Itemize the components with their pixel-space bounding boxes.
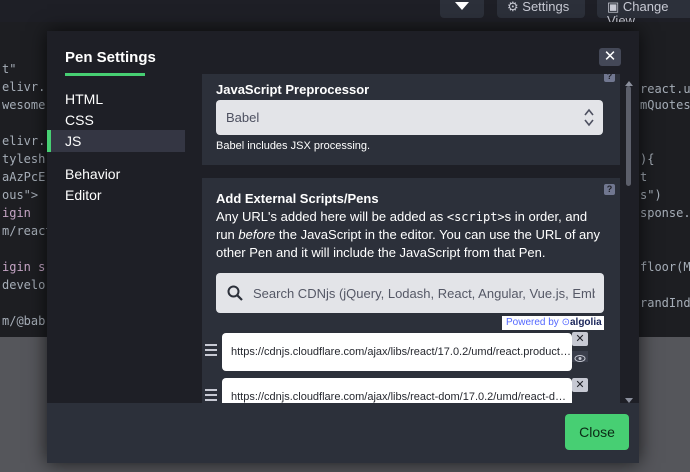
select-arrows-icon: [584, 108, 594, 127]
code-line: wesome: [2, 98, 46, 112]
heart-button[interactable]: [440, 0, 484, 18]
nav-item-behavior[interactable]: Behavior: [47, 163, 185, 185]
close-icon: ✕: [603, 48, 617, 65]
layout-icon: ▣: [607, 0, 620, 14]
settings-button[interactable]: ⚙ Settings: [497, 0, 585, 18]
nav-item-editor[interactable]: Editor: [47, 184, 185, 206]
scroll-thumb[interactable]: [626, 86, 631, 186]
code-line: t": [2, 62, 17, 76]
code-line: m/react: [2, 224, 53, 238]
preprocessor-hint: Babel includes JSX processing.: [216, 140, 371, 152]
eye-icon[interactable]: [572, 351, 588, 362]
preprocessor-section: ? JavaScript Preprocessor Babel Babel in…: [202, 74, 620, 165]
external-scripts-title: Add External Scripts/Pens: [216, 191, 379, 206]
algolia-badge[interactable]: Powered by ⊙algolia: [502, 316, 604, 330]
code-line: tylesh: [2, 152, 46, 166]
drag-handle-icon[interactable]: [205, 344, 217, 356]
algolia-icon: ⊙: [561, 317, 570, 328]
code-line: develo: [2, 278, 46, 292]
code-line: sponse.: [640, 206, 690, 220]
panel-scrollbar[interactable]: [625, 81, 633, 411]
cdnjs-search-box: [216, 273, 604, 313]
code-line: igin s: [2, 260, 46, 274]
nav-item-js[interactable]: JS: [47, 130, 185, 152]
editor-topbar: ⚙ Settings ▣ Change View: [0, 0, 690, 28]
modal-close-button[interactable]: ✕: [599, 48, 621, 66]
nav-item-html[interactable]: HTML: [47, 88, 185, 110]
close-button[interactable]: Close: [565, 414, 629, 450]
code-line: s"): [640, 188, 662, 202]
external-scripts-section: ? Add External Scripts/Pens Any URL's ad…: [202, 178, 620, 404]
code-line: randInd: [640, 296, 690, 310]
code-line: mQuotes: [640, 98, 690, 112]
preprocessor-selected: Babel: [226, 110, 260, 125]
preprocessor-select[interactable]: Babel: [216, 100, 603, 135]
code-line: elivr.: [2, 80, 46, 94]
heart-icon: [455, 2, 469, 10]
code-line: floor(M: [640, 260, 690, 274]
gear-icon: ⚙: [507, 0, 519, 14]
remove-script-button[interactable]: ✕: [572, 378, 588, 392]
cdnjs-search-input[interactable]: [253, 273, 595, 313]
pen-settings-modal: Pen Settings ✕ HTML CSS JS Behavior Edit…: [47, 31, 639, 463]
remove-script-button[interactable]: ✕: [572, 332, 588, 346]
nav-item-css[interactable]: CSS: [47, 109, 185, 131]
drag-handle-icon[interactable]: [205, 389, 217, 401]
preprocessor-title: JavaScript Preprocessor: [216, 82, 370, 97]
search-icon: [227, 285, 243, 301]
change-view-button[interactable]: ▣ Change View: [597, 0, 690, 28]
title-underline: [65, 73, 145, 76]
help-icon[interactable]: ?: [604, 184, 615, 195]
code-line: aAzPcE: [2, 170, 46, 184]
external-script-url[interactable]: https://cdnjs.cloudflare.com/ajax/libs/r…: [222, 333, 572, 371]
modal-title: Pen Settings: [65, 49, 156, 66]
code-line: elivr.: [2, 134, 46, 148]
js-settings-panel[interactable]: ? JavaScript Preprocessor Babel Babel in…: [202, 74, 622, 404]
external-script-url[interactable]: https://cdnjs.cloudflare.com/ajax/libs/r…: [222, 378, 572, 404]
code-line: t: [640, 170, 648, 184]
help-icon[interactable]: ?: [604, 74, 615, 82]
external-scripts-description: Any URL's added here will be added as <s…: [216, 209, 601, 260]
code-line: m/@bab: [2, 314, 46, 328]
code-line: react.us: [640, 82, 690, 96]
modal-footer: Close: [47, 403, 639, 463]
code-line: igin: [2, 206, 31, 220]
code-line: ){: [640, 152, 655, 166]
code-line: ous">: [2, 188, 39, 202]
